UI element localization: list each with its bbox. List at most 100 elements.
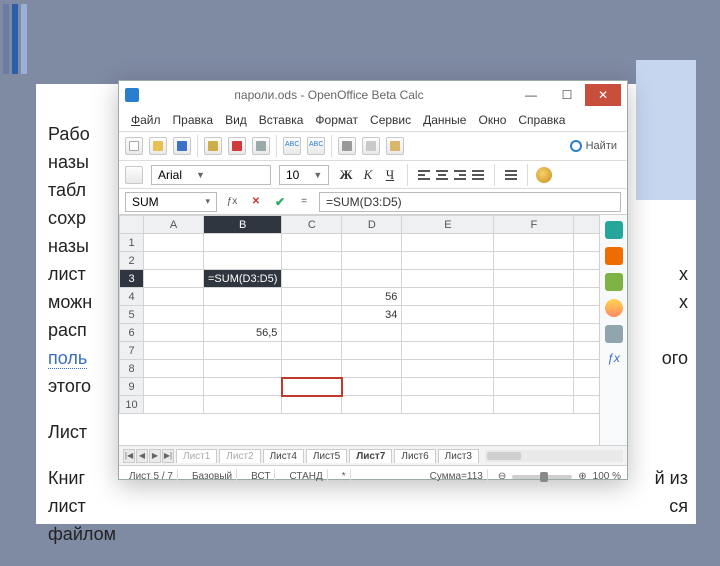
zoom-out-button[interactable]: ⊖ bbox=[498, 471, 506, 482]
row-header-active[interactable]: 3 bbox=[120, 270, 144, 288]
slide-accent-bars bbox=[0, 0, 30, 80]
spellcheck-icon[interactable] bbox=[283, 137, 301, 155]
row-header[interactable]: 10 bbox=[120, 396, 144, 414]
col-header[interactable]: E bbox=[402, 216, 494, 234]
paste-icon[interactable] bbox=[386, 137, 404, 155]
sheet-tab-active[interactable]: Лист7 bbox=[349, 449, 392, 463]
cut-icon[interactable] bbox=[338, 137, 356, 155]
font-size-select[interactable]: 10▼ bbox=[279, 165, 329, 185]
menu-tools[interactable]: Сервис bbox=[366, 111, 415, 129]
currency-icon[interactable] bbox=[536, 167, 552, 183]
bold-button[interactable]: Ж bbox=[337, 167, 355, 183]
zoom-value[interactable]: 100 % bbox=[593, 471, 621, 482]
maximize-button[interactable]: ☐ bbox=[549, 84, 585, 106]
save-icon[interactable] bbox=[173, 137, 191, 155]
bg-line: табл bbox=[48, 180, 86, 200]
merge-cells-icon[interactable] bbox=[503, 168, 519, 182]
menu-window[interactable]: Окно bbox=[474, 111, 510, 129]
row-header[interactable]: 8 bbox=[120, 360, 144, 378]
col-header[interactable]: F bbox=[494, 216, 574, 234]
row-header[interactable]: 9 bbox=[120, 378, 144, 396]
select-all-corner[interactable] bbox=[120, 216, 144, 234]
menu-help[interactable]: Справка bbox=[514, 111, 569, 129]
formatting-toolbar: Arial▼ 10▼ Ж K Ч bbox=[119, 161, 627, 189]
sheet-tab[interactable]: Лист2 bbox=[219, 449, 260, 463]
new-icon[interactable] bbox=[125, 137, 143, 155]
row-header[interactable]: 4 bbox=[120, 288, 144, 306]
accept-formula-button[interactable]: ✔ bbox=[271, 193, 289, 211]
sheet-tab[interactable]: Лист3 bbox=[438, 449, 479, 463]
tab-nav-last[interactable]: ▶| bbox=[162, 449, 174, 463]
minimize-button[interactable]: — bbox=[513, 84, 549, 106]
menu-bar: ФФайлайл Правка Вид Вставка Формат Серви… bbox=[119, 109, 627, 131]
tab-nav-next[interactable]: ▶ bbox=[149, 449, 161, 463]
find-button[interactable]: Найти bbox=[566, 138, 621, 154]
titlebar[interactable]: пароли.ods - OpenOffice Beta Calc — ☐ ✕ bbox=[119, 81, 627, 109]
status-style: Базовый bbox=[188, 469, 237, 485]
tab-nav-first[interactable]: |◀ bbox=[123, 449, 135, 463]
italic-button[interactable]: K bbox=[359, 167, 377, 183]
cell-grid[interactable]: A B C D E F G 1 2 3 =SUM(D3:D5) 4 56 5 34 6… bbox=[119, 215, 599, 445]
cancel-formula-button[interactable]: ✕ bbox=[247, 193, 265, 211]
menu-format[interactable]: Формат bbox=[311, 111, 362, 129]
font-select[interactable]: Arial▼ bbox=[151, 165, 271, 185]
row-header[interactable]: 7 bbox=[120, 342, 144, 360]
cell[interactable]: 34 bbox=[342, 306, 402, 324]
styles-icon[interactable] bbox=[125, 166, 143, 184]
status-insert-mode[interactable]: ВСТ bbox=[247, 469, 275, 485]
row-header[interactable]: 6 bbox=[120, 324, 144, 342]
open-icon[interactable] bbox=[149, 137, 167, 155]
mail-icon[interactable] bbox=[204, 137, 222, 155]
menu-edit[interactable]: Правка bbox=[169, 111, 218, 129]
sidebar-navigator-icon[interactable] bbox=[605, 299, 623, 317]
align-left-icon[interactable] bbox=[416, 168, 432, 182]
menu-insert[interactable]: Вставка bbox=[255, 111, 308, 129]
print-icon[interactable] bbox=[252, 137, 270, 155]
sidebar-properties-icon[interactable] bbox=[605, 221, 623, 239]
cell[interactable]: 56,5 bbox=[204, 324, 282, 342]
sheet-tab[interactable]: Лист1 bbox=[176, 449, 217, 463]
zoom-slider[interactable] bbox=[512, 475, 572, 479]
referenced-cell-outline[interactable] bbox=[282, 378, 342, 396]
sheet-tab[interactable]: Лист5 bbox=[306, 449, 347, 463]
formula-input[interactable]: =SUM(D3:D5) bbox=[319, 192, 621, 212]
menu-file[interactable]: ФФайлайл bbox=[127, 111, 165, 129]
row-header[interactable]: 2 bbox=[120, 252, 144, 270]
sidebar-fx-icon[interactable]: ƒx bbox=[605, 351, 623, 369]
status-sel-mode[interactable]: СТАНД bbox=[285, 469, 327, 485]
cell[interactable]: 56 bbox=[342, 288, 402, 306]
menu-data[interactable]: Данные bbox=[419, 111, 470, 129]
function-wizard-button[interactable]: ƒx bbox=[223, 193, 241, 211]
search-icon bbox=[570, 140, 582, 152]
horizontal-scrollbar[interactable] bbox=[485, 450, 623, 462]
name-box[interactable]: SUM▾ bbox=[125, 192, 217, 212]
bg-line: этого bbox=[48, 376, 91, 396]
sheet-tab[interactable]: Лист4 bbox=[263, 449, 304, 463]
sidebar-gallery-icon[interactable] bbox=[605, 273, 623, 291]
tab-nav-prev[interactable]: ◀ bbox=[136, 449, 148, 463]
align-right-icon[interactable] bbox=[452, 168, 468, 182]
col-header[interactable]: D bbox=[342, 216, 402, 234]
autospell-icon[interactable] bbox=[307, 137, 325, 155]
bg-line: Рабо bbox=[48, 124, 90, 144]
copy-icon[interactable] bbox=[362, 137, 380, 155]
active-cell[interactable]: =SUM(D3:D5) bbox=[204, 270, 282, 288]
equals-button[interactable]: = bbox=[295, 193, 313, 211]
row-header[interactable]: 1 bbox=[120, 234, 144, 252]
col-header[interactable]: A bbox=[144, 216, 204, 234]
spreadsheet-window: пароли.ods - OpenOffice Beta Calc — ☐ ✕ … bbox=[118, 80, 628, 480]
menu-view[interactable]: Вид bbox=[221, 111, 251, 129]
zoom-in-button[interactable]: ⊕ bbox=[578, 471, 586, 482]
close-button[interactable]: ✕ bbox=[585, 84, 621, 106]
align-center-icon[interactable] bbox=[434, 168, 450, 182]
col-header[interactable]: C bbox=[282, 216, 342, 234]
sidebar-styles-icon[interactable] bbox=[605, 247, 623, 265]
col-header[interactable]: G bbox=[574, 216, 599, 234]
sheet-tab[interactable]: Лист6 bbox=[394, 449, 435, 463]
underline-button[interactable]: Ч bbox=[381, 167, 399, 183]
align-justify-icon[interactable] bbox=[470, 168, 486, 182]
row-header[interactable]: 5 bbox=[120, 306, 144, 324]
export-pdf-icon[interactable] bbox=[228, 137, 246, 155]
sidebar-functions-icon[interactable] bbox=[605, 325, 623, 343]
col-header-active[interactable]: B bbox=[204, 216, 282, 234]
